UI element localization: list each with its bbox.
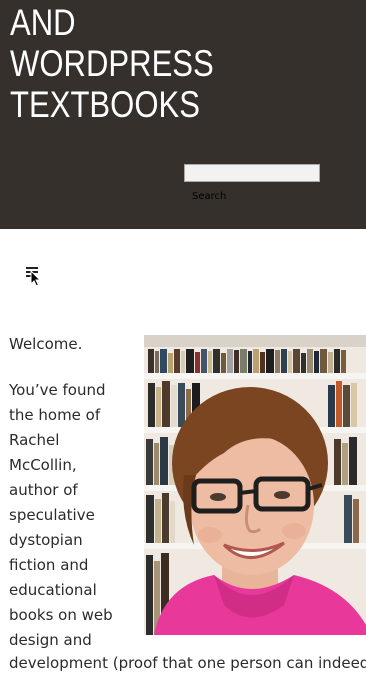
intro-line: author of xyxy=(9,481,78,499)
intro-line: dystopian xyxy=(9,531,83,549)
search-input[interactable] xyxy=(184,164,320,182)
search-button[interactable]: Search xyxy=(192,191,226,202)
intro-line: fiction and xyxy=(9,556,89,574)
menu-toggle-button[interactable] xyxy=(24,264,42,287)
intro-line: You’ve found xyxy=(9,381,106,399)
intro-line: books on web xyxy=(9,606,113,624)
intro-line: the home of xyxy=(9,406,101,424)
site-title-line-1: AND xyxy=(10,2,76,43)
site-header: AND WORDPRESS TEXTBOOKS Search xyxy=(0,0,366,229)
intro-line: McCollin, xyxy=(9,456,77,474)
site-title-line-2: WORDPRESS xyxy=(10,43,214,84)
site-title-line-3: TEXTBOOKS xyxy=(10,84,200,125)
site-title[interactable]: AND WORDPRESS TEXTBOOKS xyxy=(10,2,214,125)
intro-paragraph: You’ve found the home of Rachel McCollin… xyxy=(9,378,137,653)
intro-line: design and xyxy=(9,631,92,649)
mouse-pointer-icon xyxy=(30,269,42,287)
author-photo xyxy=(144,335,366,635)
intro-paragraph-continued: development (proof that one person can i… xyxy=(9,654,366,672)
intro-line: educational xyxy=(9,581,97,599)
intro-line: Rachel xyxy=(9,431,60,449)
hamburger-menu-icon xyxy=(26,267,42,287)
welcome-text: Welcome. xyxy=(9,335,83,353)
intro-line: speculative xyxy=(9,506,95,524)
main-content: Welcome. You’ve found the home of Rachel… xyxy=(0,330,366,672)
